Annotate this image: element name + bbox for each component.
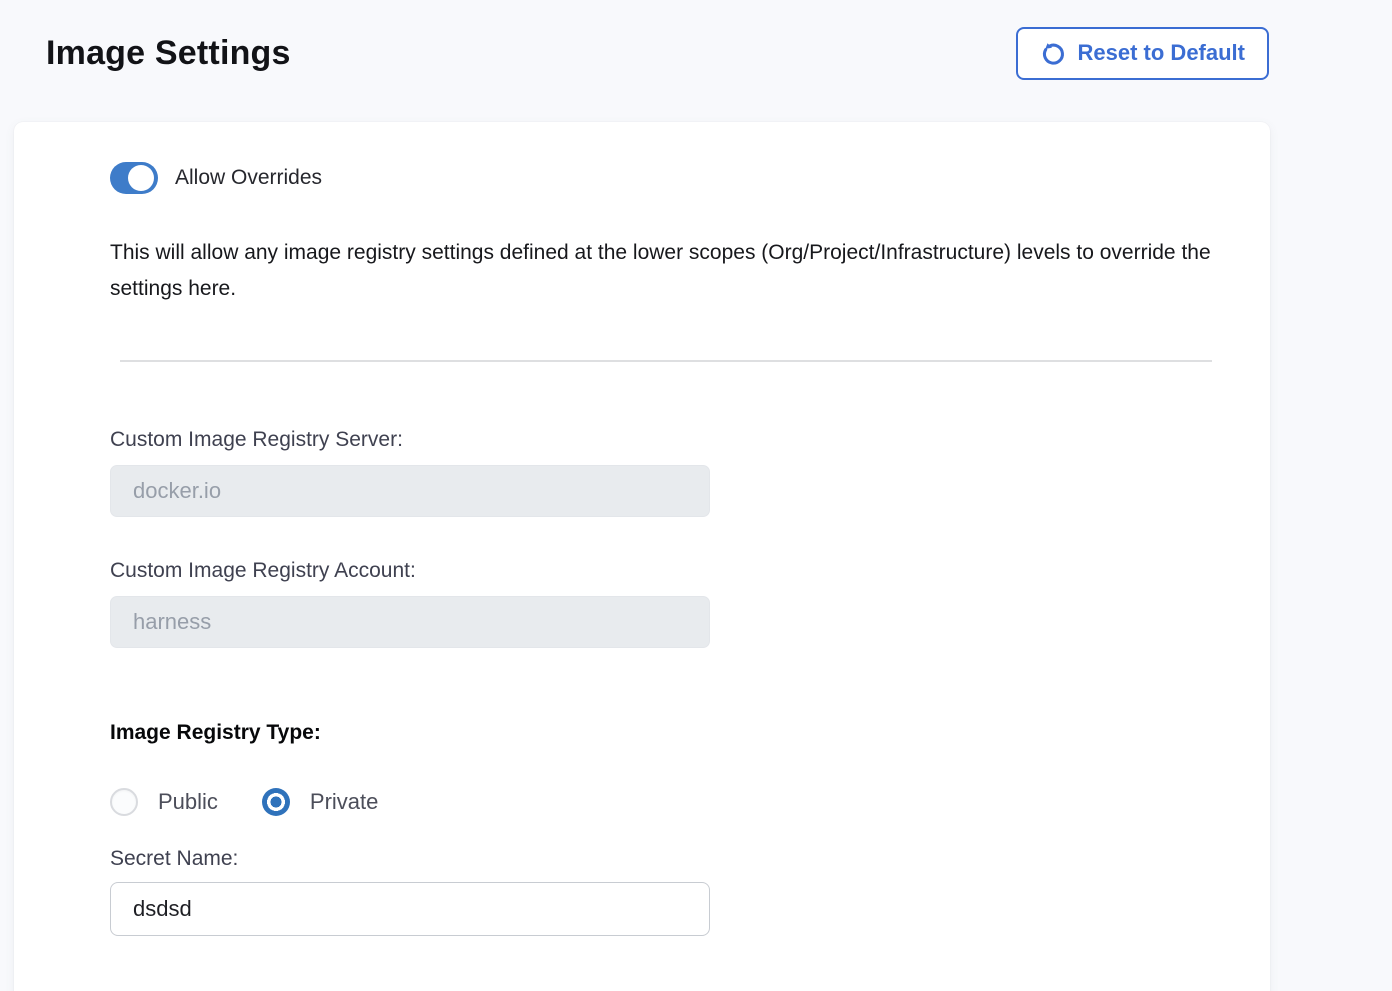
reset-to-default-button[interactable]: Reset to Default xyxy=(1016,27,1269,80)
public-radio-label: Public xyxy=(158,789,218,815)
secret-name-input[interactable] xyxy=(110,882,710,936)
registry-server-label: Custom Image Registry Server: xyxy=(110,428,1234,452)
private-radio-button[interactable] xyxy=(262,788,290,816)
registry-account-label: Custom Image Registry Account: xyxy=(110,559,1234,583)
radio-option-public[interactable]: Public xyxy=(110,788,218,816)
allow-overrides-label: Allow Overrides xyxy=(175,166,322,190)
allow-overrides-toggle[interactable] xyxy=(110,162,158,194)
registry-account-input[interactable] xyxy=(110,596,710,648)
public-radio-button[interactable] xyxy=(110,788,138,816)
image-settings-card: Allow Overrides This will allow any imag… xyxy=(14,122,1270,991)
allow-overrides-row: Allow Overrides xyxy=(110,162,1234,194)
secret-name-field: Secret Name: xyxy=(110,847,1234,936)
page-header: Image Settings Reset to Default xyxy=(46,0,1269,122)
radio-option-private[interactable]: Private xyxy=(262,788,378,816)
registry-type-radio-group: Public Private xyxy=(110,788,1234,816)
private-radio-label: Private xyxy=(310,789,378,815)
toggle-knob xyxy=(128,165,154,191)
page-title: Image Settings xyxy=(46,34,291,73)
registry-type-label: Image Registry Type: xyxy=(110,721,1234,745)
section-divider xyxy=(120,360,1212,362)
reset-button-label: Reset to Default xyxy=(1078,40,1245,66)
secret-name-label: Secret Name: xyxy=(110,847,1234,871)
registry-account-field: Custom Image Registry Account: xyxy=(110,559,1234,648)
overrides-description: This will allow any image registry setti… xyxy=(110,235,1225,307)
registry-server-field: Custom Image Registry Server: xyxy=(110,428,1234,517)
reset-icon xyxy=(1040,40,1067,67)
registry-server-input[interactable] xyxy=(110,465,710,517)
